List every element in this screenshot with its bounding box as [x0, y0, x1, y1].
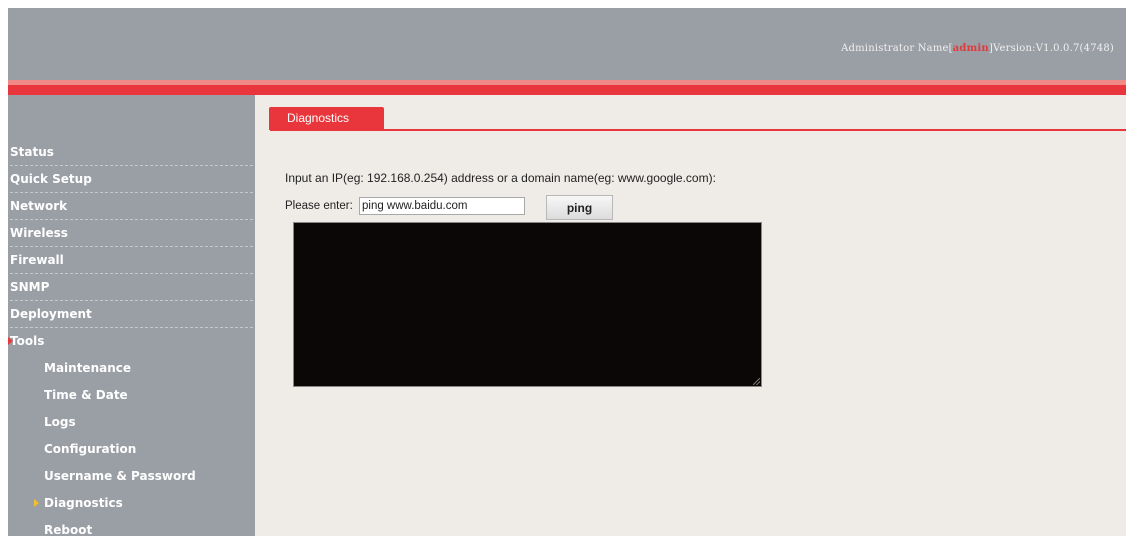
sidebar-item-wireless[interactable]: Wireless [10, 220, 253, 247]
ping-target-input[interactable] [359, 197, 525, 215]
sidebar-subitem-configuration[interactable]: Configuration [8, 436, 253, 463]
sidebar-item-deployment[interactable]: Deployment [10, 301, 253, 328]
instruction-text: Input an IP(eg: 192.168.0.254) address o… [285, 171, 716, 185]
ping-button[interactable]: ping [546, 195, 613, 220]
sidebar: Status Quick Setup Network Wireless Fire… [8, 95, 255, 536]
resize-grip-icon[interactable] [753, 378, 760, 385]
sidebar-subitem-label: Diagnostics [44, 496, 123, 510]
admin-prefix: Administrator Name[ [841, 43, 953, 54]
ping-output-textarea[interactable] [293, 222, 762, 387]
sidebar-subitem-username-password[interactable]: Username & Password [8, 463, 253, 490]
sidebar-subitem-label: Reboot [44, 523, 93, 536]
sidebar-item-label: Deployment [10, 307, 92, 321]
sidebar-item-label: Wireless [10, 226, 68, 240]
sidebar-item-label: Quick Setup [10, 172, 92, 186]
sidebar-subitem-time-date[interactable]: Time & Date [8, 382, 253, 409]
sidebar-item-label: Firewall [10, 253, 64, 267]
sidebar-subitem-label: Time & Date [44, 388, 128, 402]
version-text: ]Version:V1.0.0.7(4748) [988, 43, 1114, 54]
sidebar-item-tools[interactable]: Tools [8, 328, 253, 355]
sidebar-item-firewall[interactable]: Firewall [10, 247, 253, 274]
main-content: Diagnostics Input an IP(eg: 192.168.0.25… [255, 95, 1126, 536]
sidebar-nav: Status Quick Setup Network Wireless Fire… [8, 139, 255, 536]
sidebar-subitem-label: Username & Password [44, 469, 196, 483]
header-red-bar [8, 80, 1126, 95]
sidebar-subitem-label: Maintenance [44, 361, 132, 375]
sidebar-subitem-label: Logs [44, 415, 76, 429]
sidebar-subitem-diagnostics[interactable]: Diagnostics [8, 490, 253, 517]
sidebar-item-label: Network [10, 199, 68, 213]
sidebar-item-label: SNMP [10, 280, 50, 294]
sidebar-subitem-logs[interactable]: Logs [8, 409, 253, 436]
sidebar-subitem-label: Configuration [44, 442, 137, 456]
sidebar-item-network[interactable]: Network [10, 193, 253, 220]
admin-name: admin [952, 43, 989, 54]
enter-label: Please enter: [285, 200, 353, 212]
top-header: Administrator Name[admin]Version:V1.0.0.… [8, 8, 1126, 80]
sidebar-item-snmp[interactable]: SNMP [10, 274, 253, 301]
sidebar-item-label: Tools [10, 334, 45, 348]
sidebar-item-label: Status [10, 145, 54, 159]
admin-version-info: Administrator Name[admin]Version:V1.0.0.… [841, 43, 1114, 54]
tab-underline [270, 129, 1126, 131]
sidebar-item-status[interactable]: Status [10, 139, 253, 166]
active-arrow-icon [34, 499, 39, 507]
sidebar-item-quick-setup[interactable]: Quick Setup [10, 166, 253, 193]
tab-diagnostics[interactable]: Diagnostics [269, 107, 384, 130]
sidebar-subitem-maintenance[interactable]: Maintenance [8, 355, 253, 382]
sidebar-subitem-reboot[interactable]: Reboot [8, 517, 253, 536]
router-admin-window: Administrator Name[admin]Version:V1.0.0.… [8, 8, 1126, 536]
